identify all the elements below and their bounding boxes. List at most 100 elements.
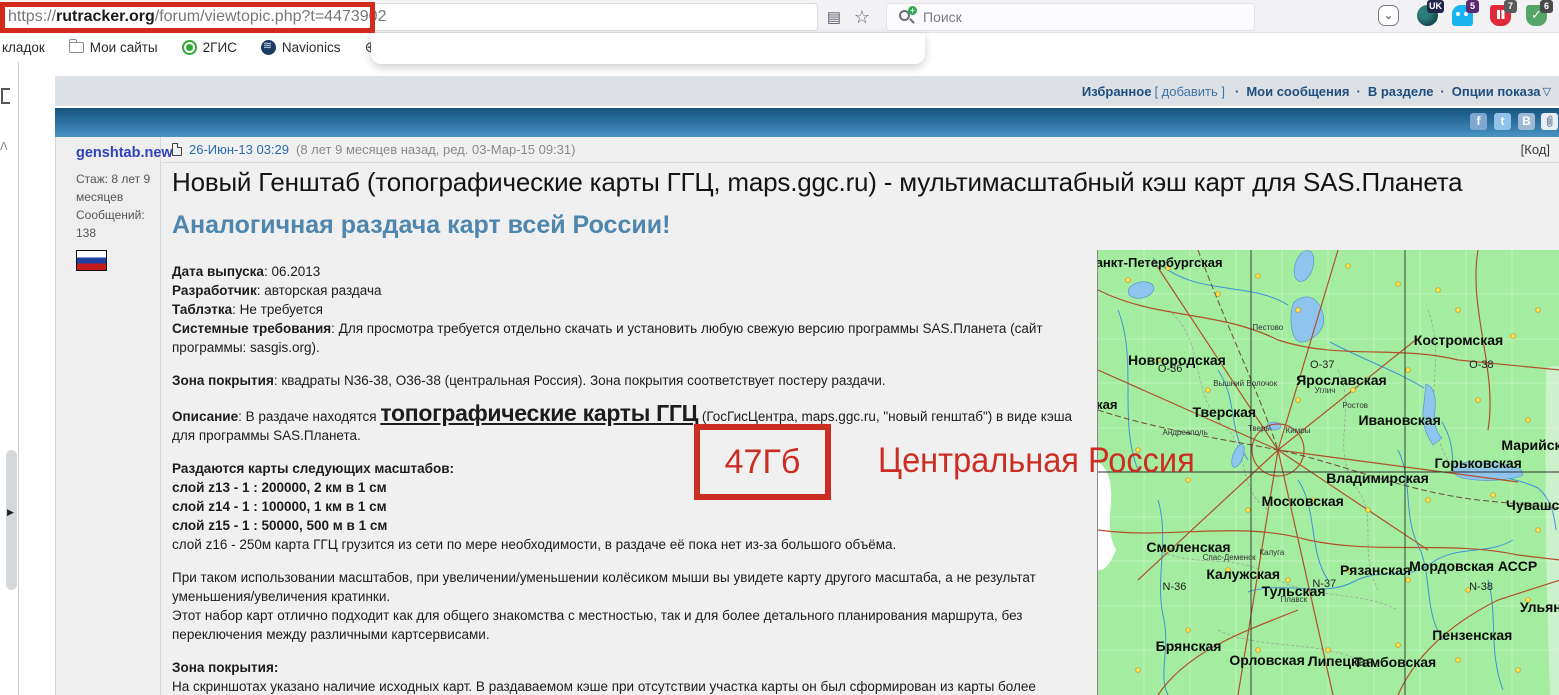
antivirus-badge: 6 xyxy=(1540,0,1553,13)
favorites-link[interactable]: Избранное xyxy=(1082,84,1152,99)
map-region-label: Московская xyxy=(1262,493,1344,509)
paragraph-gap xyxy=(172,644,1080,658)
ghostery-badge: 5 xyxy=(1466,0,1479,13)
map-region-label: Пензенская xyxy=(1432,627,1512,643)
favorites-add-link[interactable]: [ добавить ] xyxy=(1154,84,1225,99)
antivirus-icon[interactable]: ✓ 6 xyxy=(1526,5,1547,26)
map-region-label: Костромская xyxy=(1414,332,1503,348)
screenshot-root: https://rutracker.org/forum/viewtopic.ph… xyxy=(0,0,1559,695)
map-city-label: Вышний Волочок xyxy=(1213,379,1277,388)
map-region-label: Мордовская АССР xyxy=(1409,558,1537,574)
2gis-icon xyxy=(182,40,197,55)
map-region-label: Рязанская xyxy=(1340,562,1411,578)
poster-message-count: Сообщений: 138 xyxy=(76,206,160,242)
poster-experience: Стаж: 8 лет 9 месяцев xyxy=(76,170,160,206)
navionics-icon xyxy=(261,40,276,55)
post-paragraph: Системные требования: Для просмотра треб… xyxy=(172,319,1080,357)
bookmark-label: 2ГИС xyxy=(203,40,237,55)
bookmark-item[interactable]: 2ГИС xyxy=(182,40,237,55)
my-messages-link[interactable]: Мои сообщения xyxy=(1246,84,1349,99)
russia-flag-icon xyxy=(76,250,107,271)
left-side-strip: ᐱ ▶ xyxy=(0,62,19,695)
post-paragraph: Этот набор карт отлично подходит как для… xyxy=(172,606,1080,644)
bookmark-star-icon[interactable]: ☆ xyxy=(850,5,874,29)
bookmark-label: кладок xyxy=(2,40,45,55)
view-options-link[interactable]: Опции показа xyxy=(1452,84,1541,99)
map-quad-label: О-36 xyxy=(1158,363,1182,375)
post-date-link[interactable]: 26-Июн-13 03:29 xyxy=(189,142,289,157)
vpn-globe-icon[interactable]: UK xyxy=(1417,5,1438,26)
link-share-icon[interactable] xyxy=(1541,113,1558,130)
map-region-label: кая xyxy=(1097,397,1117,412)
bookmark-item[interactable]: Мои сайты xyxy=(69,40,158,55)
map-city-label: Кимры xyxy=(1286,426,1311,435)
search-icon: + xyxy=(899,10,914,25)
map-region-label: Ярославская xyxy=(1296,372,1386,388)
annotation-size-box: 47Гб xyxy=(694,424,831,500)
map-region-label: Чувашская xyxy=(1506,497,1559,513)
map-quad-label: N-36 xyxy=(1163,581,1187,593)
map-region-label: анкт-Петербургская xyxy=(1097,255,1223,270)
map-region-label: Тверская xyxy=(1193,404,1257,420)
facebook-share-icon[interactable]: f xyxy=(1470,113,1487,130)
poster-column: genshtab.new Стаж: 8 лет 9 месяцев Сообщ… xyxy=(56,137,161,695)
url-autocomplete-panel xyxy=(371,33,925,64)
map-region-label: Марийская xyxy=(1501,437,1559,453)
post-paragraph: Зона покрытия: xyxy=(172,658,1080,677)
post-title: Новый Генштаб (топографические карты ГГЦ… xyxy=(172,167,1559,198)
map-region-label: Ульяновская xyxy=(1520,599,1559,615)
reader-mode-icon[interactable]: ▤ xyxy=(822,5,846,29)
map-quad-label: О-37 xyxy=(1310,359,1334,371)
adblock-icon[interactable]: 7 xyxy=(1490,5,1511,26)
map-city-label: Плавск xyxy=(1281,595,1308,604)
post-paragraph: Разработчик: авторская раздача xyxy=(172,281,1080,300)
post-permalink-icon[interactable] xyxy=(172,143,182,156)
annotation-region-label: Центральная Россия xyxy=(878,441,1195,481)
map-region-label: Орловская xyxy=(1229,652,1304,668)
vpn-badge: UK xyxy=(1427,0,1444,13)
post-paragraph: слой z16 - 250м карта ГГЦ грузится из се… xyxy=(172,535,1080,554)
map-quad-label: N-37 xyxy=(1312,578,1336,590)
map-quad-label: N-38 xyxy=(1469,581,1493,593)
twitter-share-icon[interactable]: t xyxy=(1494,113,1511,130)
post-header: 26-Июн-13 03:29 (8 лет 9 месяцев назад, … xyxy=(162,137,1559,163)
annotation-url-box xyxy=(0,2,375,33)
post-paragraph: слой z14 - 1 : 100000, 1 км в 1 см xyxy=(172,497,1080,516)
map-region-label: Тамбовская xyxy=(1354,654,1436,670)
pocket-icon[interactable]: ⌄ xyxy=(1378,5,1399,26)
ghostery-icon[interactable]: 5 xyxy=(1452,5,1473,26)
poster-username-link[interactable]: genshtab.new xyxy=(76,145,160,161)
post-paragraph: слой z15 - 1 : 50000, 500 м в 1 см xyxy=(172,516,1080,535)
map-region-label: Брянская xyxy=(1156,638,1222,654)
topic-title-bar: f t B xyxy=(55,108,1559,137)
vk-share-icon[interactable]: B xyxy=(1518,113,1535,130)
topic-nav-bar: Избранное [ добавить ] · Мои сообщения ·… xyxy=(55,76,1559,106)
bookmark-label: Мои сайты xyxy=(90,40,158,55)
post-paragraph: Зона покрытия: квадраты N36-38, О36-38 (… xyxy=(172,371,1080,390)
post-paragraph: На скриншотах указано наличие исходных к… xyxy=(172,677,1080,695)
map-city-label: Углич xyxy=(1315,386,1336,395)
post-paragraph: Описание: В раздаче находятся топографич… xyxy=(172,404,1080,445)
clipped-icon xyxy=(1,88,10,104)
adblock-badge: 7 xyxy=(1504,0,1517,13)
post-paragraph: Дата выпуска: 06.2013 xyxy=(172,262,1080,281)
post-date-note: (8 лет 9 месяцев назад, ред. 03-Мар-15 0… xyxy=(296,142,575,157)
bookmark-item[interactable]: кладок xyxy=(2,40,45,55)
bookmark-item[interactable]: Navionics xyxy=(261,40,341,55)
map-region-label: Ивановская xyxy=(1358,412,1440,428)
map-quad-label: О-38 xyxy=(1469,359,1493,371)
in-section-link[interactable]: В разделе xyxy=(1368,84,1434,99)
chevron-right-icon: ▶ xyxy=(7,507,14,518)
post-paragraph: Таблэтка: Не требуется xyxy=(172,300,1080,319)
clipped-caret-icon: ᐱ xyxy=(0,140,8,153)
code-link[interactable]: [Код] xyxy=(1521,142,1550,157)
map-city-label: Ростов xyxy=(1342,401,1368,410)
annotation-size-label: 47Гб xyxy=(725,443,801,482)
map-city-label: Андреаполь xyxy=(1163,428,1208,437)
search-input[interactable]: + Поиск xyxy=(886,3,1255,31)
map-region-label: Калужская xyxy=(1206,566,1280,582)
map-region-label: Владимирская xyxy=(1326,470,1429,486)
map-region-label: Горьковская xyxy=(1435,455,1522,471)
sidebar-expand-handle[interactable]: ▶ xyxy=(6,450,17,590)
paragraph-gap xyxy=(172,554,1080,568)
